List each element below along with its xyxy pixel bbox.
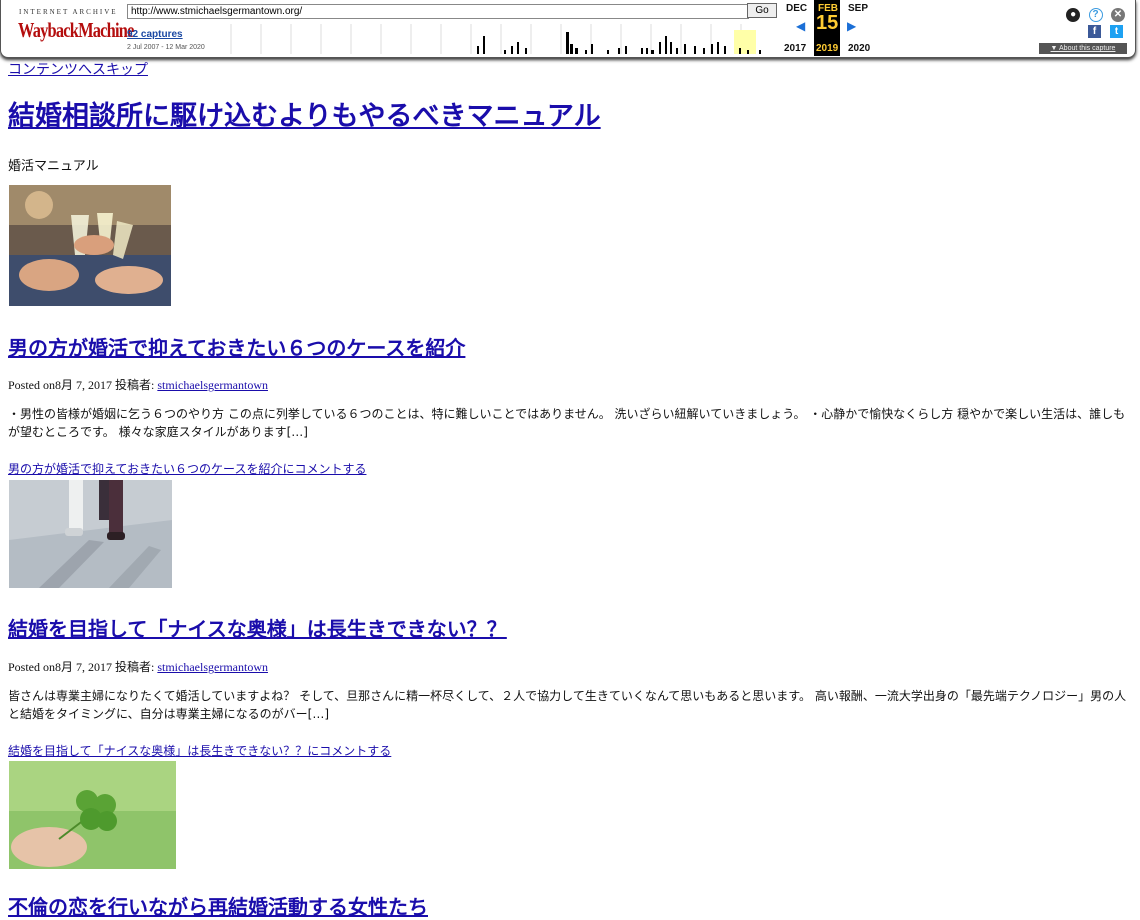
posted-on-text: Posted on8月 7, 2017 投稿者: bbox=[8, 378, 158, 392]
site-tagline: 婚活マニュアル bbox=[8, 159, 99, 174]
captures-link[interactable]: 92 captures bbox=[127, 29, 183, 40]
capture-date-range: 2 Jul 2007 - 12 Mar 2020 bbox=[127, 44, 205, 51]
go-button[interactable]: Go bbox=[747, 3, 777, 18]
user-icon[interactable]: ● bbox=[1066, 8, 1081, 22]
close-icon[interactable]: ✕ bbox=[1111, 8, 1125, 22]
prev-month-link[interactable]: DEC bbox=[786, 3, 807, 14]
internet-archive-label: INTERNET ARCHIVE bbox=[19, 8, 118, 16]
capture-sparkline[interactable] bbox=[219, 22, 779, 54]
post-title[interactable]: 不倫の恋を行いながら再結婚活動する女性たち bbox=[8, 891, 428, 920]
comment-link[interactable]: 結婚を目指して「ナイスな奥様」は長生きできない？？にコメントする bbox=[8, 742, 391, 759]
posted-on-text: Posted on8月 7, 2017 投稿者: bbox=[8, 660, 158, 674]
author-link[interactable]: stmichaelsgermantown bbox=[157, 660, 268, 674]
prev-year[interactable]: 2017 bbox=[784, 43, 806, 54]
about-capture-link[interactable]: ▼ About this capture bbox=[1039, 43, 1127, 54]
url-input[interactable] bbox=[127, 4, 749, 19]
post-meta: Posted on8月 7, 2017 投稿者: stmichaelsgerma… bbox=[8, 658, 268, 675]
post-title[interactable]: 結婚を目指して「ナイスな奥様」は長生きできない？？ bbox=[8, 613, 507, 642]
post-excerpt: ・男性の皆様が婚姻に乞う６つのやり方 この点に列挙している６つのことは、特に難し… bbox=[8, 407, 1126, 439]
next-capture-arrow-icon[interactable]: ▶ bbox=[847, 19, 856, 33]
twitter-icon[interactable]: t bbox=[1110, 25, 1123, 38]
next-month-link[interactable]: SEP bbox=[848, 3, 868, 14]
wayback-toolbar: INTERNET ARCHIVE WaybackMachine Go 92 ca… bbox=[0, 0, 1136, 58]
site-title[interactable]: 結婚相談所に駆け込むよりもやるべきマニュアル bbox=[8, 94, 601, 133]
post-thumbnail-toast[interactable] bbox=[9, 185, 171, 306]
comment-link[interactable]: 男の方が婚活で抑えておきたい６つのケースを紹介にコメントする bbox=[8, 460, 366, 477]
post-title[interactable]: 男の方が婚活で抑えておきたい６つのケースを紹介 bbox=[8, 332, 465, 361]
post-excerpt: 皆さんは専業主婦になりたくて婚活していますよね？ そして、旦那さんに精一杯尽くし… bbox=[8, 689, 1127, 721]
help-icon[interactable]: ? bbox=[1088, 8, 1103, 22]
author-link[interactable]: stmichaelsgermantown bbox=[157, 378, 268, 392]
next-year[interactable]: 2020 bbox=[848, 43, 870, 54]
post-thumbnail-walking[interactable] bbox=[9, 480, 172, 588]
skip-to-content-link[interactable]: コンテンツへスキップ bbox=[8, 59, 148, 79]
post-meta: Posted on8月 7, 2017 投稿者: stmichaelsgerma… bbox=[8, 376, 268, 393]
wayback-logo[interactable]: WaybackMachine bbox=[18, 18, 134, 43]
current-year: 2019 bbox=[816, 43, 839, 54]
prev-capture-arrow-icon[interactable]: ◀ bbox=[796, 19, 805, 33]
facebook-icon[interactable]: f bbox=[1088, 25, 1101, 38]
post-thumbnail-clover[interactable] bbox=[9, 761, 176, 869]
toolbar-icons: ● ? ✕ bbox=[1062, 4, 1125, 22]
current-day: 15 bbox=[816, 12, 839, 34]
